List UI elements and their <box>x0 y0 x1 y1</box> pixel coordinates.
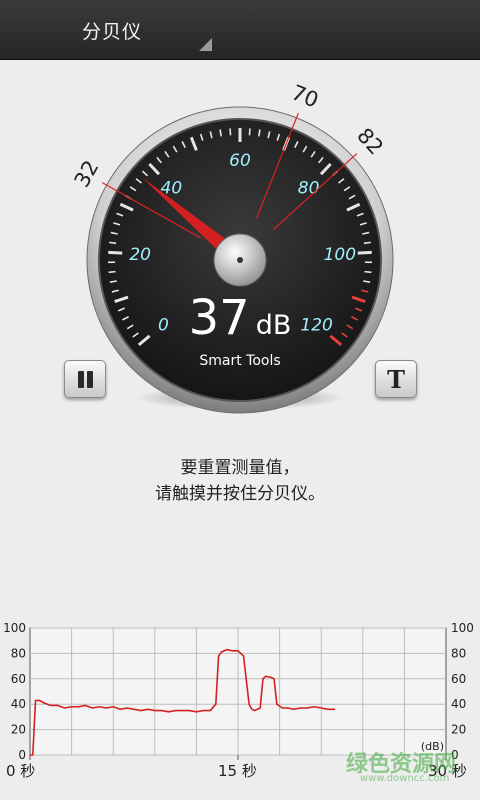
reading-value: 37 <box>188 290 250 346</box>
instructions-line-2: 请触摸并按住分贝仪。 <box>155 484 325 504</box>
gauge-tick <box>357 250 372 255</box>
gauge-marker-label: 70 <box>288 80 322 112</box>
chart-y-tick-label-left: 40 <box>11 697 26 711</box>
reset-instructions: 要重置测量值， 请触摸并按住分贝仪。 <box>0 455 480 507</box>
pause-button[interactable] <box>64 360 106 398</box>
chart-y-tick-label-left: 100 <box>3 621 26 635</box>
gauge-tick <box>108 250 123 255</box>
gauge-tick <box>108 270 116 274</box>
decibel-gauge[interactable]: 0 20 40 60 80 100 120 32 70 82 37 dB Smart Tools <box>60 80 420 420</box>
gauge-scale-label: 100 <box>324 245 356 265</box>
brand-label: Smart Tools <box>199 353 281 369</box>
gauge-marker-label: 82 <box>352 124 388 160</box>
gauge-marker-label: 32 <box>70 156 104 191</box>
reading-display: 37 dB <box>150 290 330 346</box>
action-bar: 分贝仪 <box>0 0 480 60</box>
instructions-line-1: 要重置测量值， <box>180 458 300 478</box>
gauge-tick <box>364 270 372 274</box>
gauge-scale-label: 60 <box>229 151 251 171</box>
gauge-scale-label: 80 <box>298 178 320 198</box>
chart-y-tick-label-left: 60 <box>11 672 26 686</box>
gauge-hub-center <box>237 257 243 263</box>
gauge-tick <box>219 129 222 137</box>
chart-y-tick-label-right: 80 <box>451 646 466 660</box>
gauge-tick <box>363 241 371 245</box>
x-tick-label: 15 秒 <box>218 762 257 780</box>
chart-y-tick-label-right: 60 <box>451 672 466 686</box>
chart-y-tick-label-right: 40 <box>451 697 466 711</box>
x-tick-label: 0 秒 <box>6 762 36 780</box>
gauge-tick <box>109 241 117 245</box>
gauge-scale-label: 20 <box>129 245 151 265</box>
chart-y-tick-label-left: 20 <box>11 723 26 737</box>
gauge-tick <box>229 128 232 136</box>
watermark-url: www.downcc.com <box>360 773 450 784</box>
chart-y-tick-label-right: 100 <box>451 621 474 635</box>
dropdown-indicator-icon[interactable] <box>199 38 212 51</box>
reading-unit: dB <box>255 310 292 341</box>
gauge-tick <box>258 129 261 137</box>
chart-y-tick-label-right: 20 <box>451 723 466 737</box>
pause-icon-bar <box>87 371 93 388</box>
gauge-dial: 020406080100120327082 <box>70 80 394 414</box>
text-mode-button[interactable]: T <box>375 360 417 398</box>
gauge-tick <box>248 128 251 136</box>
text-icon: T <box>387 365 405 394</box>
pause-icon <box>78 371 84 388</box>
chart-y-tick-label-left: 80 <box>11 646 26 660</box>
app-title: 分贝仪 <box>82 21 143 43</box>
